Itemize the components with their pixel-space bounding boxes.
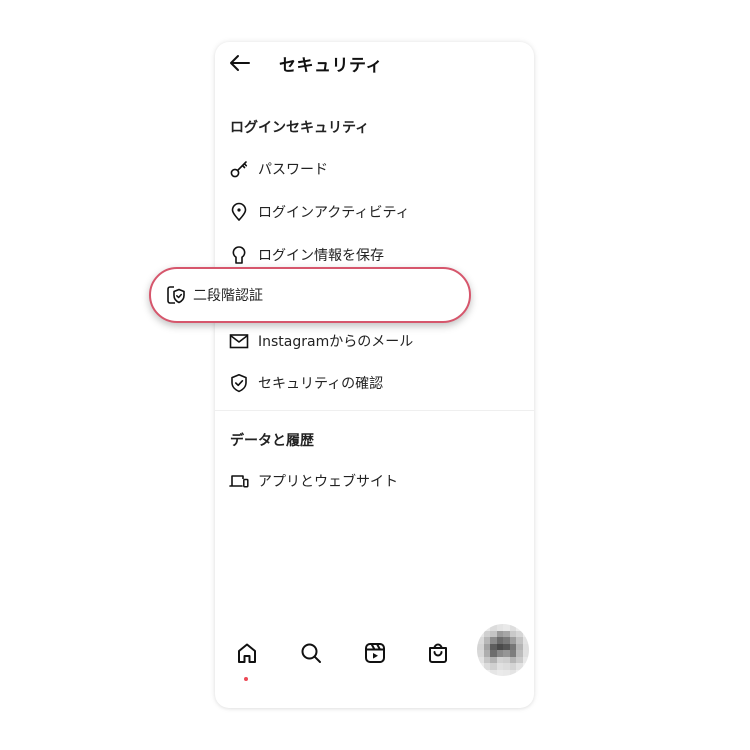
menu-item-label: パスワード [258,162,328,178]
menu-item-apps-websites[interactable]: アプリとウェブサイト [215,464,534,498]
menu-item-label: ログイン情報を保存 [258,248,384,264]
menu-item-two-factor-auth[interactable]: 二段階認証 [149,267,471,323]
menu-item-label: アプリとウェブサイト [258,474,398,490]
bottom-navigation [215,618,534,708]
nav-reels[interactable] [360,638,390,668]
nav-search[interactable] [296,638,326,668]
location-pin-icon [229,202,249,222]
nav-shop[interactable] [423,638,453,668]
section-divider [215,410,534,411]
key-icon [229,159,249,179]
menu-item-label: ログインアクティビティ [258,205,410,221]
keyhole-icon [229,245,249,265]
arrow-left-icon [230,55,250,71]
shield-phone-icon [166,285,186,305]
notification-dot [244,677,248,681]
header: セキュリティ [215,42,534,86]
mail-icon [229,331,249,351]
menu-item-login-activity[interactable]: ログインアクティビティ [215,195,534,229]
menu-item-security-checkup[interactable]: セキュリティの確認 [215,366,534,400]
shop-bag-icon [429,643,447,663]
menu-item-label: Instagramからのメール [258,334,414,350]
reels-icon [365,643,385,663]
menu-item-email-from-instagram[interactable]: Instagramからのメール [215,324,534,358]
shield-check-icon [229,373,249,393]
section-title-login-security: ログインセキュリティ [230,120,370,136]
menu-item-label: セキュリティの確認 [258,376,384,392]
menu-item-label: 二段階認証 [193,288,263,304]
menu-item-password[interactable]: パスワード [215,152,534,186]
section-title-data-history: データと履歴 [230,433,314,449]
search-icon [301,643,321,663]
back-button[interactable] [227,52,253,74]
devices-icon [229,471,249,491]
security-settings-screen: セキュリティ ログインセキュリティ パスワード ログインアクティビティ ログイン… [215,42,534,708]
nav-home[interactable] [232,638,262,668]
page-title: セキュリティ [279,56,383,76]
avatar[interactable] [477,624,529,676]
profile-picture-pixelated [477,624,529,676]
home-icon [238,643,256,663]
